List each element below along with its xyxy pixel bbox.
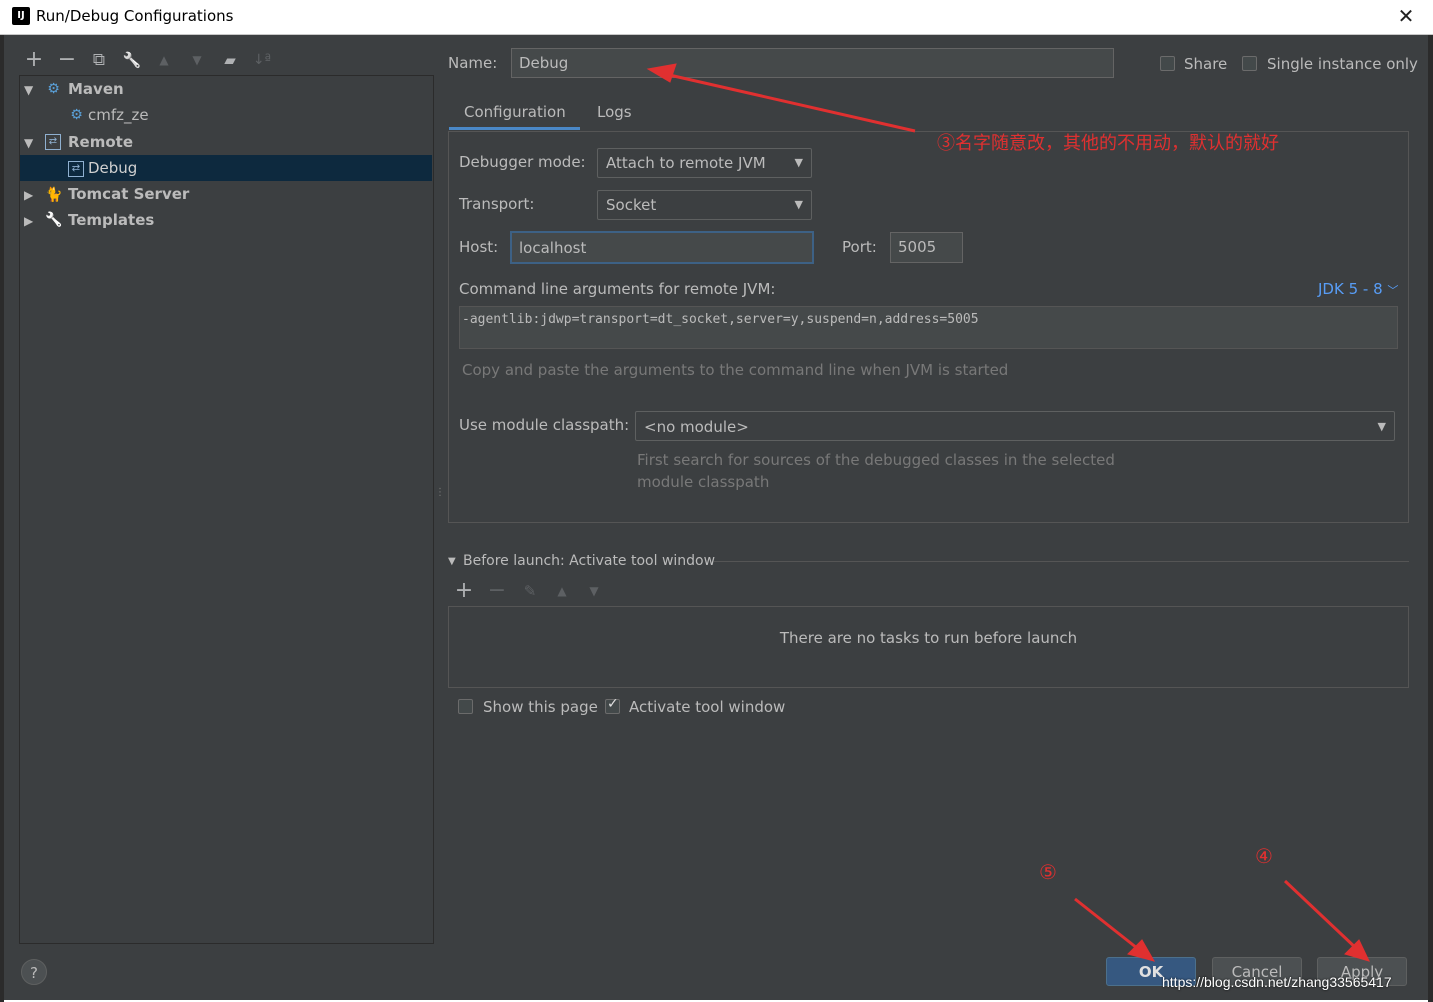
annotation-note-3: ③名字随意改，其他的不用动，默认的就好	[937, 133, 1279, 154]
annotation-arrow-apply	[1283, 879, 1360, 952]
annotation-arrow-ok	[1074, 897, 1143, 954]
annotation-note-4: ④	[1255, 844, 1273, 868]
annotation-note-5: ⑤	[1039, 860, 1057, 884]
annotation-arrow-name	[664, 72, 916, 133]
watermark-text: https://blog.csdn.net/zhang33565417	[1162, 974, 1392, 990]
arrowhead-name	[646, 63, 677, 83]
